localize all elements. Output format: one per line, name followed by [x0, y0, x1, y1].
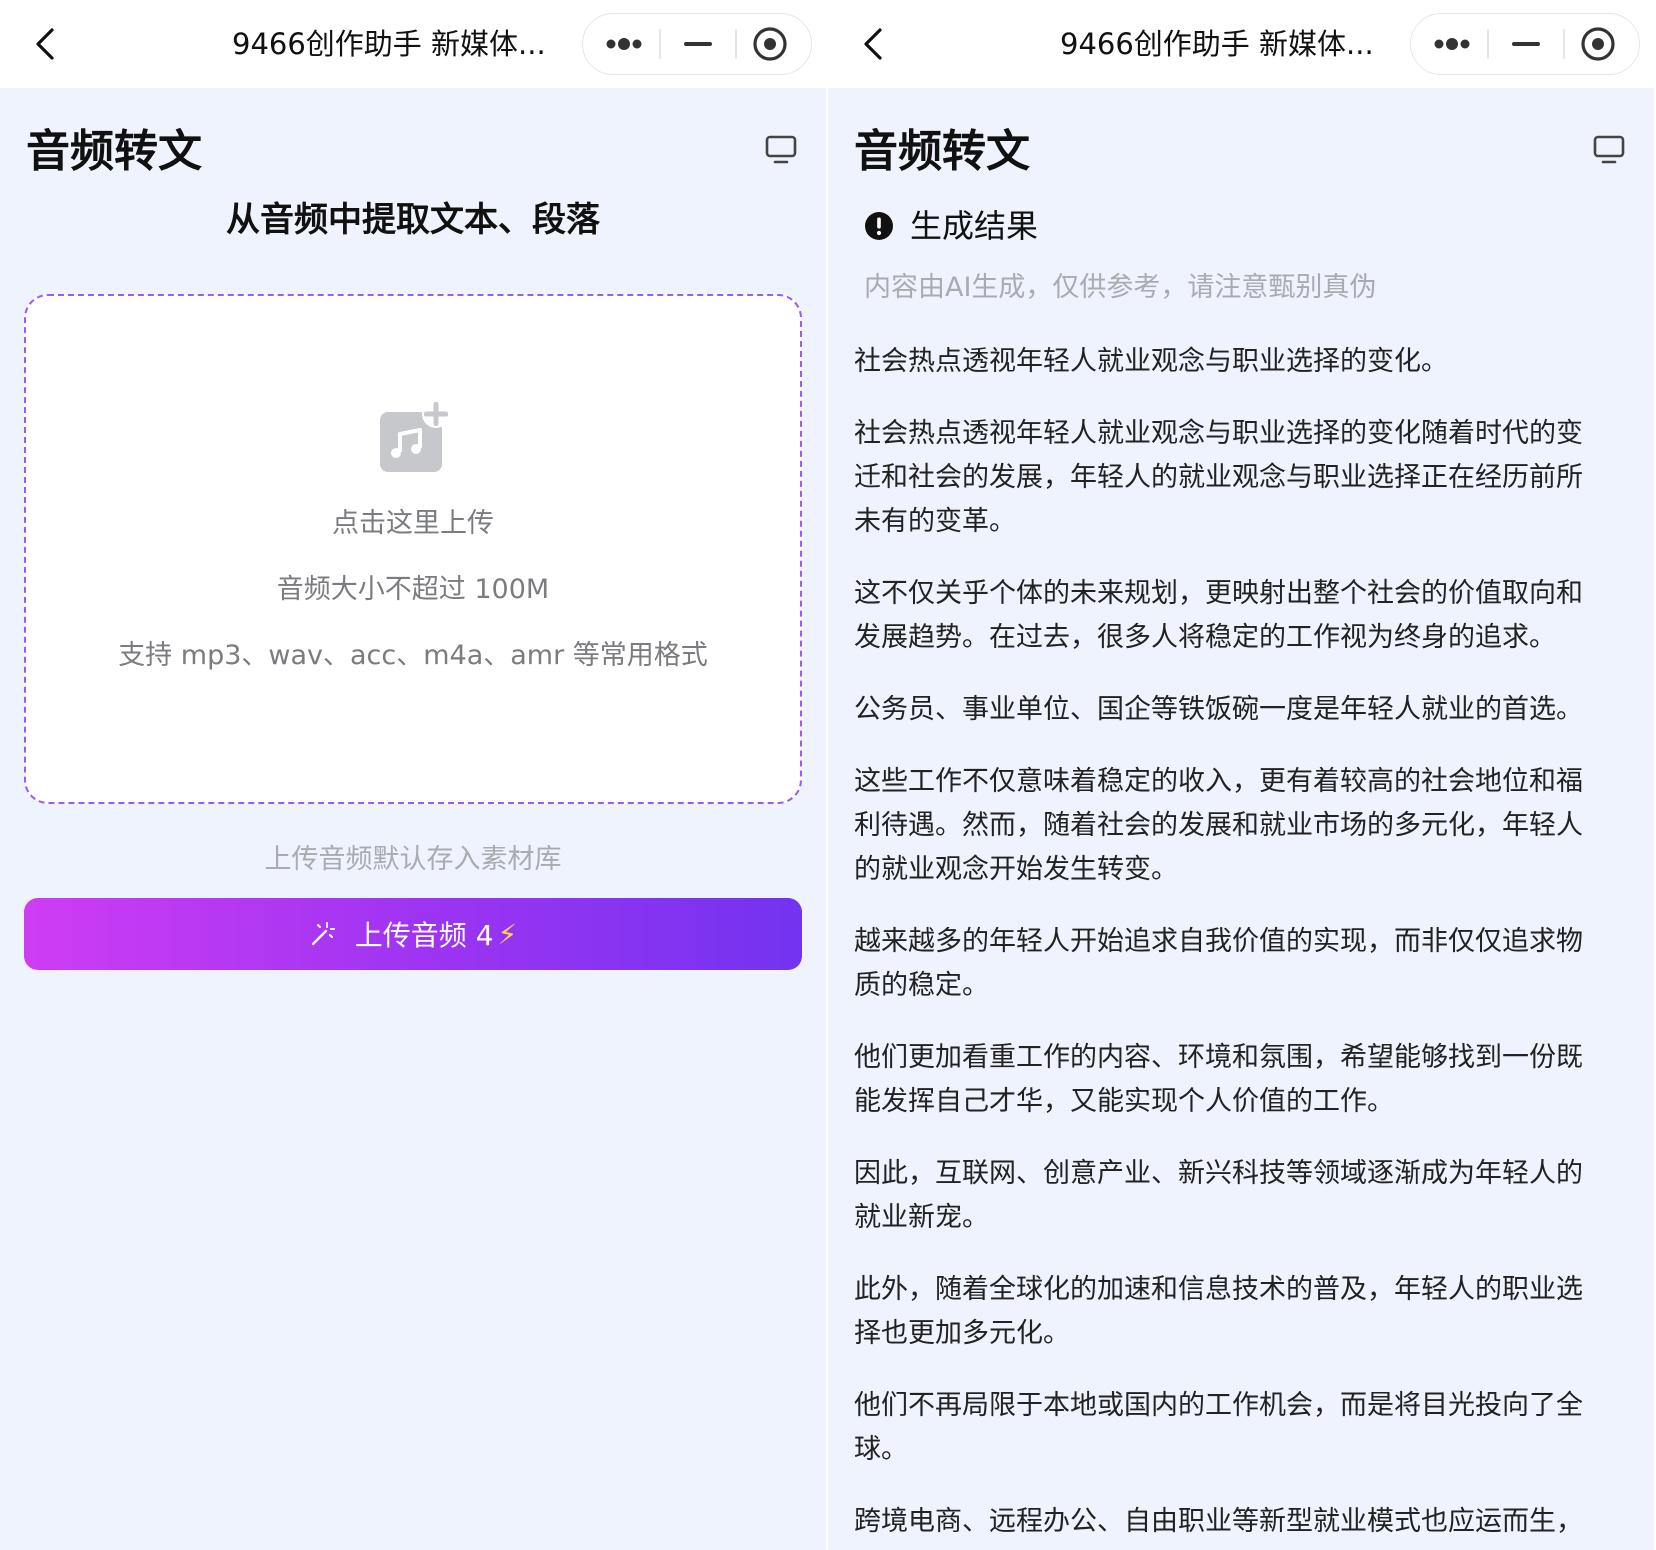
minimize-icon[interactable] [1489, 14, 1563, 73]
back-arrow-icon[interactable] [854, 22, 894, 66]
transcript-paragraph: 此外，随着全球化的加速和信息技术的普及，年轻人的职业选择也更加多元化。 [854, 1274, 1583, 1349]
transcript-paragraph: 跨境电商、远程办公、自由职业等新型就业模式也应运而生， [854, 1506, 1583, 1537]
lightning-icon: ⚡ [497, 917, 518, 951]
result-header: 生成结果 [864, 202, 1038, 250]
monitor-icon[interactable] [764, 134, 798, 166]
monitor-icon[interactable] [1592, 134, 1626, 166]
upload-dropzone[interactable]: 点击这里上传 音频大小不超过 100M 支持 mp3、wav、acc、m4a、a… [24, 294, 802, 804]
result-screen: 9466创作助手 新媒体... 音频转文 生成结果 内容由AI生成，仅供参考，请… [828, 0, 1654, 1550]
navbar: 9466创作助手 新媒体... [0, 0, 826, 88]
transcript-paragraph: 这些工作不仅意味着稳定的收入，更有着较高的社会地位和福利待遇。然而，随着社会的发… [854, 766, 1583, 885]
exclamation-icon [865, 212, 893, 240]
capsule-menu [582, 13, 812, 75]
back-arrow-icon[interactable] [26, 22, 66, 66]
magic-wand-icon [311, 922, 335, 946]
close-target-icon[interactable] [737, 14, 811, 73]
upload-hint: 点击这里上传 [332, 508, 494, 539]
close-target-icon[interactable] [1565, 14, 1639, 73]
upload-audio-button[interactable]: 上传音频 4 ⚡ [24, 898, 802, 970]
size-limit-text: 音频大小不超过 100M [276, 574, 550, 605]
audio-upload-icon [380, 400, 450, 472]
more-icon[interactable] [585, 14, 659, 73]
page-subtitle: 从音频中提取文本、段落 [226, 200, 600, 240]
minimize-icon[interactable] [661, 14, 735, 73]
transcript-paragraph: 公务员、事业单位、国企等铁饭碗一度是年轻人就业的首选。 [854, 694, 1583, 725]
page-title: 音频转文 [26, 126, 202, 177]
transcript-paragraph: 社会热点透视年轻人就业观念与职业选择的变化随着时代的变迁和社会的发展，年轻人的就… [854, 418, 1583, 537]
navbar: 9466创作助手 新媒体... [828, 0, 1654, 88]
storage-note: 上传音频默认存入素材库 [264, 844, 562, 875]
page-title: 音频转文 [854, 126, 1030, 177]
format-support-text: 支持 mp3、wav、acc、m4a、amr 等常用格式 [118, 640, 708, 671]
transcript-paragraph: 越来越多的年轻人开始追求自我价值的实现，而非仅仅追求物质的稳定。 [854, 926, 1583, 1001]
more-icon[interactable] [1413, 14, 1487, 73]
transcript-paragraph: 社会热点透视年轻人就业观念与职业选择的变化。 [854, 346, 1448, 377]
upload-button-label: 上传音频 4 [354, 919, 494, 952]
capsule-menu [1410, 13, 1640, 75]
transcript-paragraph: 这不仅关乎个体的未来规划，更映射出整个社会的价值取向和发展趋势。在过去，很多人将… [854, 578, 1583, 653]
result-title: 生成结果 [910, 207, 1039, 245]
transcript-paragraph: 他们更加看重工作的内容、环境和氛围，希望能够找到一份既能发挥自己才华，又能实现个… [854, 1042, 1583, 1117]
ai-disclaimer: 内容由AI生成，仅供参考，请注意甄别真伪 [864, 272, 1377, 303]
transcript-paragraph: 因此，互联网、创意产业、新兴科技等领域逐渐成为年轻人的就业新宠。 [854, 1158, 1583, 1233]
transcript-content: 社会热点透视年轻人就业观念与职业选择的变化。 社会热点透视年轻人就业观念与职业选… [854, 340, 1604, 1550]
mini-program-title: 9466创作助手 新媒体... [232, 27, 546, 61]
upload-screen: 9466创作助手 新媒体... 音频转文 从音频中提取文本、段落 点击这里上传 … [0, 0, 826, 1550]
mini-program-title: 9466创作助手 新媒体... [1060, 27, 1374, 61]
transcript-paragraph: 他们不再局限于本地或国内的工作机会，而是将目光投向了全球。 [854, 1390, 1583, 1465]
